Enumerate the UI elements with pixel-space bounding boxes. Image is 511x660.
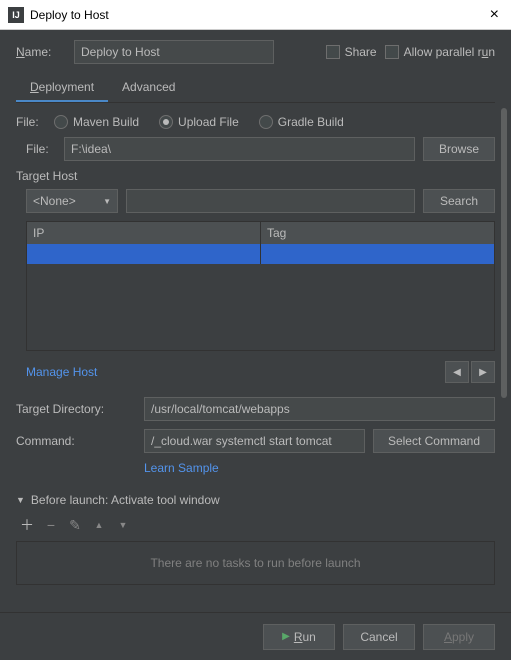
tab-deployment[interactable]: Deployment <box>16 74 108 102</box>
learn-sample-row: Learn Sample <box>16 461 495 475</box>
window-title: Deploy to Host <box>30 8 486 22</box>
allow-parallel-checkbox[interactable]: Allow parallel run <box>385 45 495 59</box>
remove-icon[interactable]: − <box>44 517 58 533</box>
file-input[interactable] <box>64 137 415 161</box>
file-row: File: Browse <box>16 137 495 161</box>
name-label: Name: <box>16 45 66 59</box>
file-source-row: File: Maven Build Upload File Gradle Bui… <box>16 115 495 129</box>
dialog-content: Name: Share Allow parallel run Deploymen… <box>0 30 511 612</box>
chevron-down-icon: ▼ <box>103 197 111 206</box>
radio-icon <box>54 115 68 129</box>
radio-upload-file[interactable]: Upload File <box>159 115 239 129</box>
checkbox-icon <box>326 45 340 59</box>
nav-buttons: ◀ ▶ <box>445 361 495 383</box>
table-header: IP Tag <box>27 222 494 244</box>
triangle-down-icon: ▼ <box>16 495 25 505</box>
cell-ip <box>27 244 261 264</box>
host-dropdown-value: <None> <box>33 194 76 208</box>
nav-prev-button[interactable]: ◀ <box>445 361 469 383</box>
learn-sample-link[interactable]: Learn Sample <box>144 461 219 475</box>
play-icon: ▶ <box>282 631 290 642</box>
cancel-button[interactable]: Cancel <box>343 624 415 650</box>
file-source-label: File: <box>16 115 46 129</box>
tabs: Deployment Advanced <box>16 74 495 103</box>
empty-message: There are no tasks to run before launch <box>150 556 360 570</box>
tab-advanced[interactable]: Advanced <box>108 74 189 102</box>
close-icon[interactable]: × <box>486 6 503 24</box>
before-launch-title: Before launch: Activate tool window <box>31 493 220 507</box>
down-icon[interactable]: ▼ <box>116 520 130 530</box>
edit-icon[interactable]: ✎ <box>68 517 82 534</box>
radio-gradle-label: Gradle Build <box>278 115 344 129</box>
manage-host-link[interactable]: Manage Host <box>26 365 97 379</box>
scrollbar[interactable] <box>501 108 507 398</box>
target-dir-row: Target Directory: <box>16 397 495 421</box>
nav-next-button[interactable]: ▶ <box>471 361 495 383</box>
checkbox-icon <box>385 45 399 59</box>
column-ip[interactable]: IP <box>27 222 261 244</box>
radio-icon <box>259 115 273 129</box>
target-dir-label: Target Directory: <box>16 402 136 416</box>
run-button[interactable]: ▶ Run <box>263 624 335 650</box>
add-icon[interactable]: ＋ <box>20 515 34 535</box>
command-row: Command: Select Command <box>16 429 495 453</box>
select-command-button[interactable]: Select Command <box>373 429 495 453</box>
host-search-row: <None> ▼ Search <box>16 189 495 213</box>
up-icon[interactable]: ▲ <box>92 520 106 530</box>
before-launch-expander[interactable]: ▼ Before launch: Activate tool window <box>16 493 495 507</box>
host-search-input[interactable] <box>126 189 415 213</box>
radio-maven-build[interactable]: Maven Build <box>54 115 139 129</box>
dialog-footer: ▶ Run Cancel Apply <box>0 612 511 660</box>
radio-icon <box>159 115 173 129</box>
triangle-left-icon: ◀ <box>453 367 461 378</box>
before-launch-empty: There are no tasks to run before launch <box>16 541 495 585</box>
command-label: Command: <box>16 434 136 448</box>
host-dropdown[interactable]: <None> ▼ <box>26 189 118 213</box>
allow-parallel-label: Allow parallel run <box>404 45 495 59</box>
name-input[interactable] <box>74 40 274 64</box>
apply-button[interactable]: Apply <box>423 624 495 650</box>
table-row[interactable] <box>27 244 494 264</box>
radio-upload-label: Upload File <box>178 115 239 129</box>
title-bar: IJ Deploy to Host × <box>0 0 511 30</box>
share-checkbox[interactable]: Share <box>326 45 377 59</box>
radio-gradle-build[interactable]: Gradle Build <box>259 115 344 129</box>
share-label: Share <box>345 45 377 59</box>
run-label: Run <box>294 630 316 644</box>
app-icon: IJ <box>8 7 24 23</box>
radio-maven-label: Maven Build <box>73 115 139 129</box>
command-input[interactable] <box>144 429 365 453</box>
host-table: IP Tag <box>26 221 495 351</box>
search-button[interactable]: Search <box>423 189 495 213</box>
file-label: File: <box>26 142 56 156</box>
browse-button[interactable]: Browse <box>423 137 495 161</box>
name-row: Name: Share Allow parallel run <box>16 40 495 64</box>
target-host-label: Target Host <box>16 169 495 183</box>
cell-tag <box>261 244 494 264</box>
manage-host-row: Manage Host ◀ ▶ <box>16 361 495 383</box>
before-launch-section: ▼ Before launch: Activate tool window ＋ … <box>16 493 495 585</box>
target-dir-input[interactable] <box>144 397 495 421</box>
before-launch-toolbar: ＋ − ✎ ▲ ▼ <box>20 515 495 535</box>
column-tag[interactable]: Tag <box>261 222 494 244</box>
triangle-right-icon: ▶ <box>479 367 487 378</box>
